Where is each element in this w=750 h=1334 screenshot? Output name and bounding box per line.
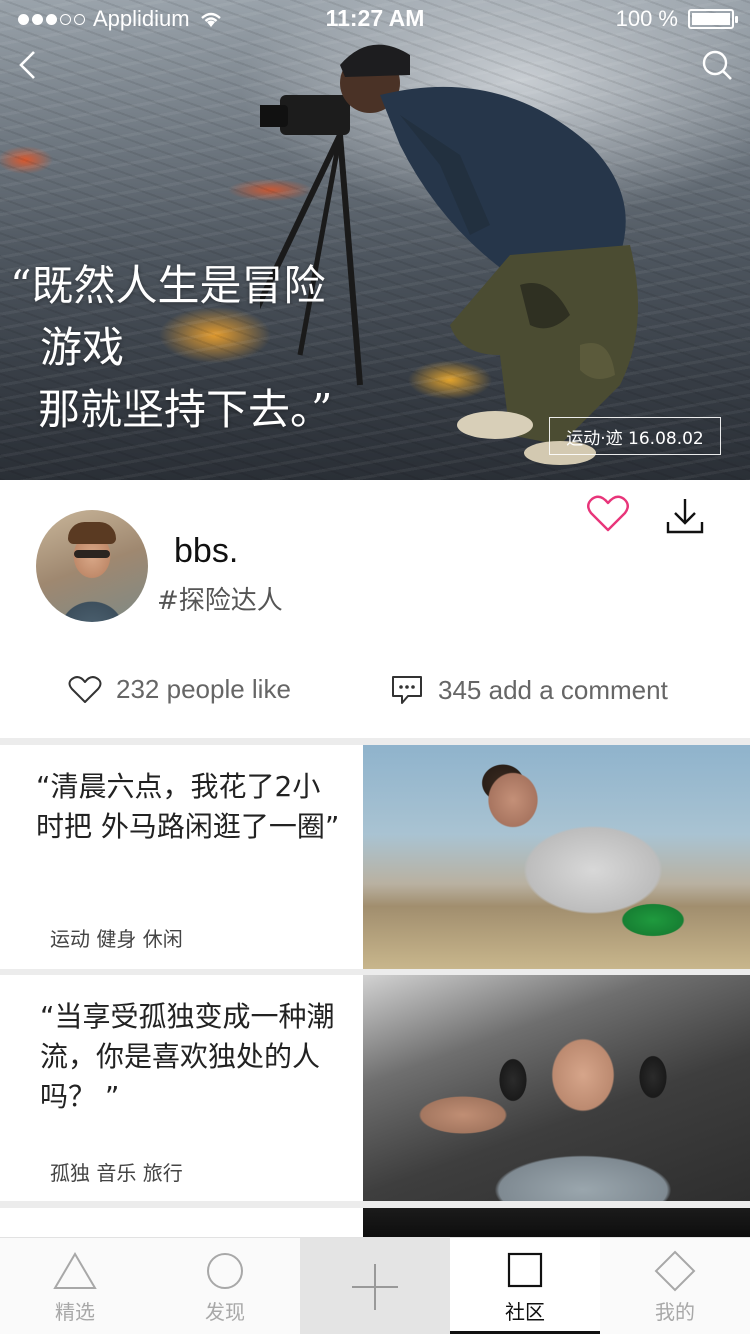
tab-profile[interactable]: 我的	[600, 1238, 750, 1334]
status-bar: Applidium 11:27 AM 100 %	[0, 0, 750, 40]
tab-community[interactable]: 社区	[450, 1238, 600, 1334]
hero-banner[interactable]: Applidium 11:27 AM 100 % “既然人生是冒险 游戏 那就坚…	[0, 0, 750, 480]
feed-card-text: “清晨六点，我花了2小时把 外马路闲逛了一圈” 运动 健身 休闲	[0, 745, 362, 969]
bottom-tab-bar: 精选 发现 社区 我的	[0, 1237, 750, 1334]
tab-featured[interactable]: 精选	[0, 1238, 150, 1334]
hero-category-date-tag[interactable]: 运动·迹 16.08.02	[549, 417, 721, 455]
feed-card[interactable]: “当享受孤独变成一种潮流，你是喜欢独处的人吗？ ” 孤独 音乐 旅行	[0, 975, 750, 1201]
tab-label: 社区	[505, 1300, 545, 1324]
user-tag[interactable]: #探险达人	[157, 580, 283, 617]
tab-create[interactable]	[300, 1238, 450, 1334]
comments-button[interactable]: 345 add a comment	[390, 674, 668, 706]
feed-card-quote: “当享受孤独变成一种潮流，你是喜欢独处的人吗？ ”	[40, 1000, 335, 1113]
tab-label: 我的	[655, 1300, 695, 1324]
feed-card[interactable]: “清晨六点，我花了2小时把 外马路闲逛了一圈” 运动 健身 休闲	[0, 745, 750, 969]
diamond-icon	[654, 1250, 696, 1292]
hero-quote-line-3: 那就坚持下去。”	[38, 385, 333, 434]
hero-quote-line-2: 游戏	[40, 323, 125, 372]
section-divider	[0, 1201, 750, 1208]
like-heart-icon	[68, 675, 102, 703]
battery-percent: 100 %	[615, 6, 678, 31]
feed-card-image[interactable]	[363, 1208, 750, 1237]
tab-discover[interactable]: 发现	[150, 1238, 300, 1334]
comments-count: 345 add a comment	[438, 674, 668, 705]
feed-card-image[interactable]	[363, 745, 750, 969]
feed-card-quote: “清晨六点，我花了2小时把 外马路闲逛了一圈”	[36, 770, 340, 843]
battery-icon	[688, 9, 738, 29]
triangle-icon	[53, 1252, 97, 1289]
feed-card-text: “当享受孤独变成一种潮流，你是喜欢独处的人吗？ ” 孤独 音乐 旅行	[0, 975, 362, 1201]
feed-card[interactable]	[0, 1208, 750, 1237]
back-arrow-icon[interactable]	[14, 48, 44, 82]
plus-icon	[352, 1263, 398, 1310]
feed-card-tags: 运动 健身 休闲	[50, 927, 183, 951]
circle-icon	[207, 1253, 243, 1289]
status-battery-group: 100 %	[615, 6, 738, 32]
search-icon[interactable]	[700, 48, 734, 82]
hero-quote-line-1: “既然人生是冒险	[10, 261, 326, 310]
square-icon	[507, 1252, 543, 1288]
heart-icon[interactable]	[586, 494, 630, 534]
feed-card-tags: 孤独 音乐 旅行	[50, 1161, 183, 1185]
tab-label: 发现	[205, 1300, 245, 1324]
user-name[interactable]: bbs.	[174, 532, 238, 571]
comment-bubble-icon	[392, 676, 422, 704]
tab-label: 精选	[55, 1300, 95, 1324]
section-divider	[0, 738, 750, 745]
likes-button[interactable]: 232 people like	[68, 674, 291, 705]
avatar[interactable]	[36, 510, 148, 622]
author-profile-section: bbs. #探险达人 232 people like 345 add a com…	[0, 480, 750, 738]
hero-quote: “既然人生是冒险 游戏 那就坚持下去。”	[10, 255, 332, 441]
feed-card-image[interactable]	[363, 975, 750, 1201]
download-icon[interactable]	[665, 496, 705, 536]
likes-count: 232 people like	[116, 674, 291, 704]
